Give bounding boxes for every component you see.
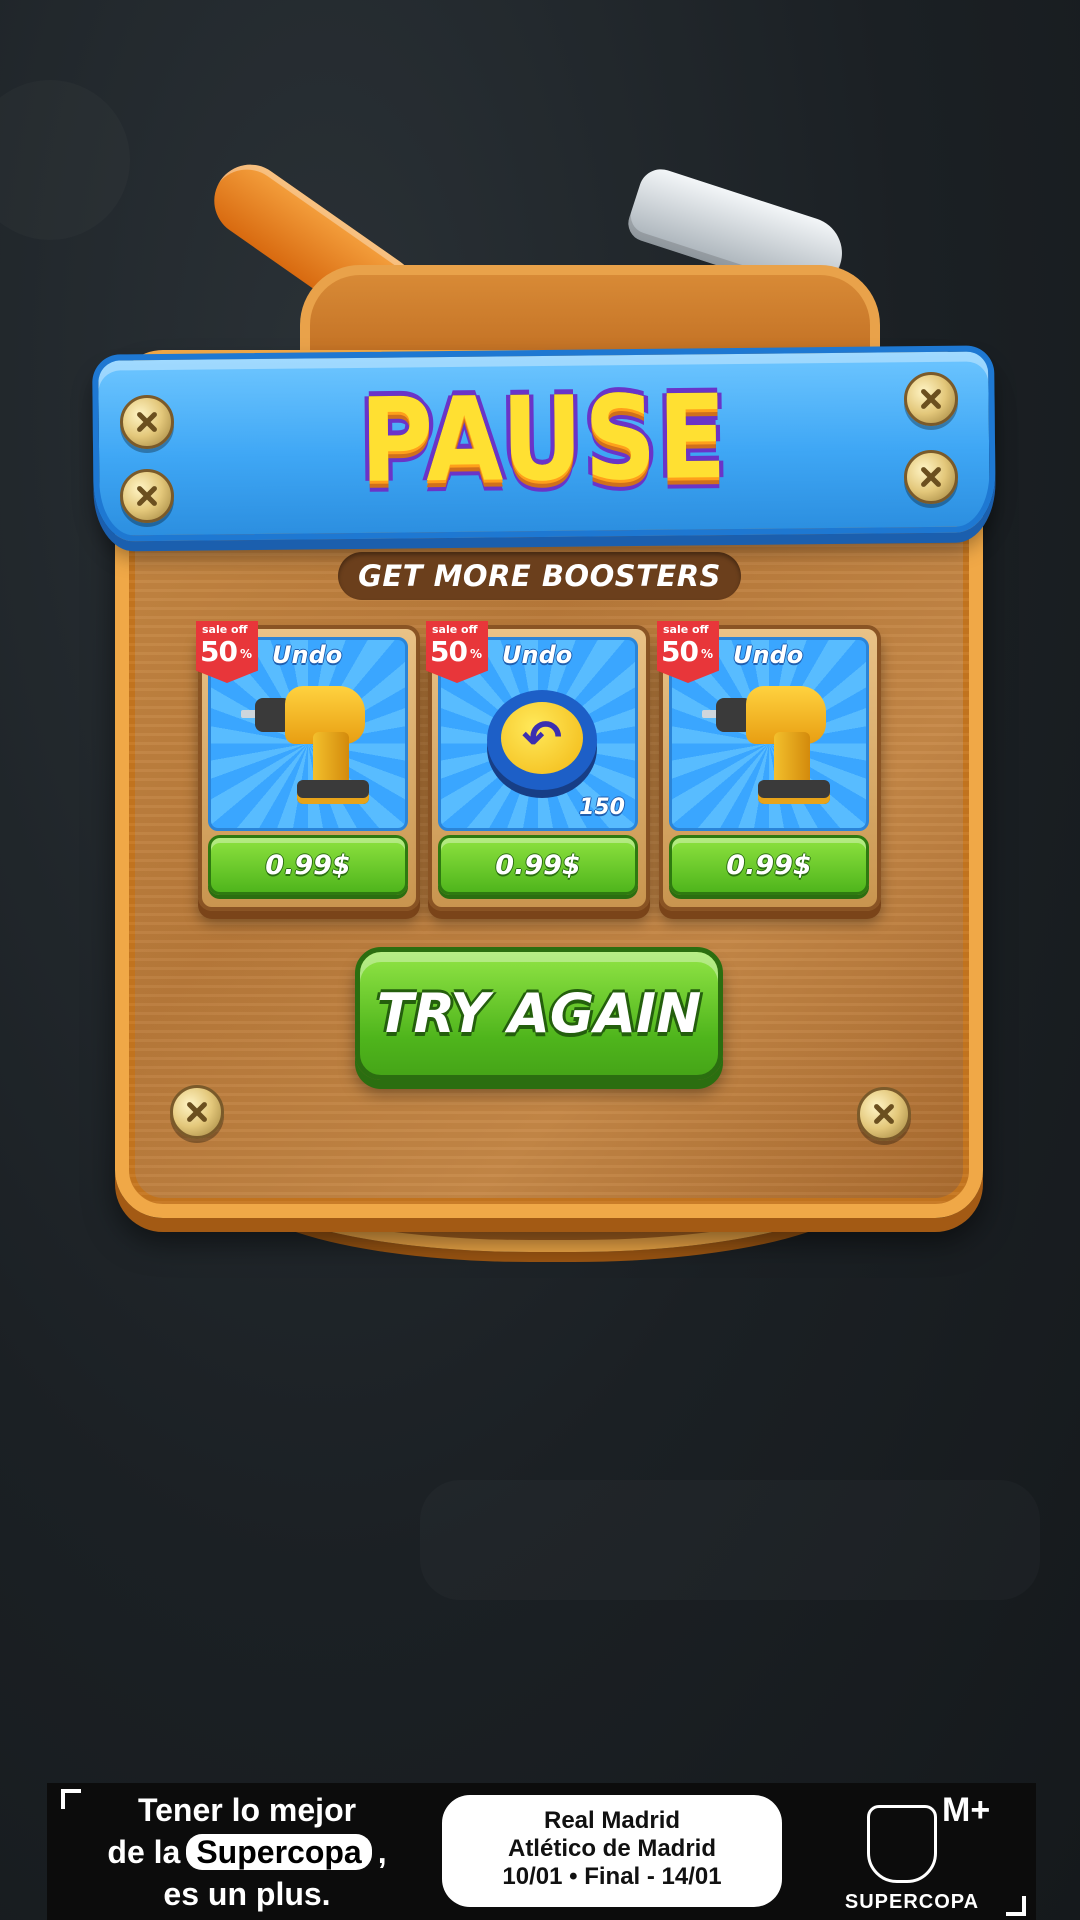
screw-icon xyxy=(120,469,174,523)
ad-dates: 10/01 • Final - 14/01 xyxy=(502,1863,722,1890)
booster-name: Undo xyxy=(502,641,573,669)
dialog-title: PAUSE xyxy=(359,370,729,509)
background-blob xyxy=(420,1480,1040,1600)
supercopa-logo: SUPERCOPA xyxy=(827,1791,978,1915)
sale-value: 50 xyxy=(430,635,468,668)
booster-card[interactable]: ↶ 150 sale off 50 % Undo 0.99$ xyxy=(426,621,650,911)
screw-icon xyxy=(857,1087,911,1141)
try-again-button[interactable]: TRY AGAIN xyxy=(355,947,723,1080)
booster-card[interactable]: sale off 50 % Undo 0.99$ xyxy=(196,621,420,911)
ad-line2-suffix: , xyxy=(377,1834,387,1870)
sale-badge: sale off 50 % xyxy=(196,621,258,683)
sale-value: 50 xyxy=(200,635,238,668)
ad-line1: Tener lo mejor xyxy=(137,1792,357,1828)
buy-price-button[interactable]: 0.99$ xyxy=(438,835,638,895)
sale-symbol: % xyxy=(240,647,253,661)
ad-line3: es un plus. xyxy=(163,1876,331,1912)
booster-name: Undo xyxy=(272,641,343,669)
sale-symbol: % xyxy=(701,647,714,661)
screw-icon xyxy=(120,395,174,449)
ad-line2-prefix: de la xyxy=(107,1834,181,1870)
undo-icon: ↶ xyxy=(487,690,597,790)
ad-brand-logo: M+ xyxy=(942,1791,991,1829)
ad-team2: Atlético de Madrid xyxy=(507,1835,717,1862)
ad-banner[interactable]: Tener lo mejor de la Supercopa , es un p… xyxy=(47,1783,1036,1920)
screw-icon xyxy=(170,1085,224,1139)
background-blob xyxy=(0,80,130,240)
booster-card[interactable]: sale off 50 % Undo 0.99$ xyxy=(657,621,881,911)
screw-icon xyxy=(904,450,958,504)
drill-icon xyxy=(702,680,842,810)
section-subtitle: GET MORE BOOSTERS xyxy=(338,552,741,600)
booster-quantity: 150 xyxy=(579,795,625,820)
sale-badge: sale off 50 % xyxy=(657,621,719,683)
ad-corner xyxy=(1006,1896,1026,1916)
ad-line2-chip: Supercopa xyxy=(186,1834,372,1870)
sale-badge: sale off 50 % xyxy=(426,621,488,683)
sale-symbol: % xyxy=(470,647,483,661)
buy-price-button[interactable]: 0.99$ xyxy=(208,835,408,895)
title-banner: PAUSE xyxy=(92,345,996,542)
drill-icon xyxy=(241,680,381,810)
ad-logo-text: SUPERCOPA xyxy=(844,1891,980,1913)
ad-line2: de la Supercopa , xyxy=(77,1831,417,1873)
booster-name: Undo xyxy=(733,641,804,669)
ad-match-card: Real Madrid Atlético de Madrid 10/01 • F… xyxy=(442,1795,782,1907)
buy-price-button[interactable]: 0.99$ xyxy=(669,835,869,895)
screw-icon xyxy=(904,372,958,426)
ad-slogan: Tener lo mejor de la Supercopa , es un p… xyxy=(77,1789,417,1915)
sale-value: 50 xyxy=(661,635,699,668)
trophy-icon xyxy=(867,1805,937,1883)
ad-team1: Real Madrid xyxy=(543,1807,681,1834)
